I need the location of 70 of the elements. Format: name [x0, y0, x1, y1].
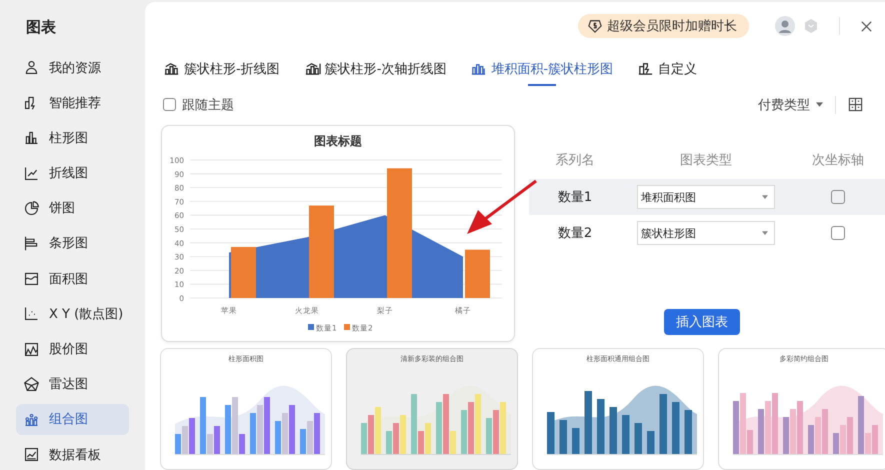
checkbox[interactable] — [831, 226, 845, 240]
horizontal-bar-icon — [23, 234, 40, 252]
tab[interactable]: 堆积面积-簇状柱形图 — [470, 50, 614, 88]
tab[interactable]: 自定义 — [637, 50, 698, 88]
area-chart-icon — [23, 270, 40, 288]
bar — [231, 246, 256, 298]
combo-chart-icon — [163, 60, 180, 78]
checkbox[interactable] — [163, 98, 176, 112]
close-icon[interactable] — [860, 20, 873, 33]
legend-swatch — [344, 324, 350, 330]
series-name: 数量2 — [556, 225, 594, 242]
bar — [465, 250, 490, 298]
checkbox[interactable] — [831, 190, 845, 204]
bar — [647, 431, 654, 454]
bar — [597, 399, 604, 454]
dashboard-icon — [23, 446, 40, 464]
column-header: 次坐标轴 — [811, 152, 865, 170]
bar — [634, 423, 642, 454]
tab[interactable]: 簇状柱形-次轴折线图 — [304, 50, 446, 88]
sidebar-item[interactable]: 折线图 — [16, 158, 129, 189]
sidebar-item[interactable]: 面积图 — [16, 263, 129, 294]
person-icon — [23, 59, 40, 76]
series-row[interactable]: 数量1 堆积面积图 — [529, 179, 885, 216]
series-name: 数量1 — [556, 189, 594, 206]
checkbox-label: 跟随主题 — [182, 96, 234, 114]
stock-chart-icon — [23, 340, 40, 358]
chart-type-select[interactable]: 簇状柱形图 — [637, 221, 775, 246]
sidebar-item[interactable]: 我的资源 — [16, 52, 129, 83]
sidebar-item[interactable]: 数据看板 — [16, 439, 129, 470]
bar — [560, 420, 567, 454]
sidebar-item[interactable]: X Y (散点图) — [16, 298, 129, 330]
sidebar-item[interactable]: 雷达图 — [16, 368, 129, 400]
pie-chart-icon — [23, 200, 40, 217]
scatter-icon — [23, 305, 40, 322]
sidebar-item[interactable]: 智能推荐 — [16, 87, 129, 118]
sidebar-item[interactable]: 柱形图 — [16, 122, 129, 154]
series-row[interactable]: 数量2 簇状柱形图 — [529, 215, 885, 252]
sidebar-item[interactable]: 饼图 — [16, 192, 129, 224]
tab[interactable]: 簇状柱形-折线图 — [163, 50, 280, 88]
bar — [572, 428, 580, 454]
bar — [610, 407, 617, 454]
line-chart-icon — [23, 164, 40, 182]
sidebar-item[interactable]: 组合图 — [16, 404, 129, 435]
caret-icon — [816, 102, 823, 108]
caret-icon — [762, 194, 768, 200]
chart-title: 图表标题 — [314, 134, 362, 148]
radar-icon — [23, 376, 40, 393]
grid-view-icon[interactable] — [848, 97, 863, 112]
sidebar-item[interactable]: 股价图 — [16, 334, 129, 364]
sidebar-item[interactable]: 条形图 — [16, 228, 129, 259]
promo-badge[interactable]: 超级会员限时加赠时长 — [578, 14, 749, 38]
bar — [672, 402, 680, 454]
custom-chart-icon — [637, 60, 654, 78]
sidebar-title: 图表 — [26, 18, 57, 37]
bar — [660, 394, 667, 454]
bar — [584, 391, 592, 454]
insert-chart-button[interactable]: 插入图表 — [664, 309, 740, 336]
coin-icon — [588, 19, 602, 34]
bar — [684, 410, 692, 454]
avatar-icon[interactable] — [775, 16, 795, 36]
column-header: 图表类型 — [679, 152, 733, 170]
bar — [547, 412, 554, 454]
column-header: 系列名 — [554, 152, 596, 170]
legend-swatch — [308, 324, 314, 330]
bar — [622, 415, 630, 454]
filter-dropdown[interactable]: 付费类型 — [758, 96, 823, 114]
bar-chart-icon — [23, 129, 40, 146]
chart-type-select[interactable]: 堆积面积图 — [637, 185, 775, 210]
caret-icon — [762, 230, 768, 236]
combo-chart-icon — [304, 60, 321, 78]
